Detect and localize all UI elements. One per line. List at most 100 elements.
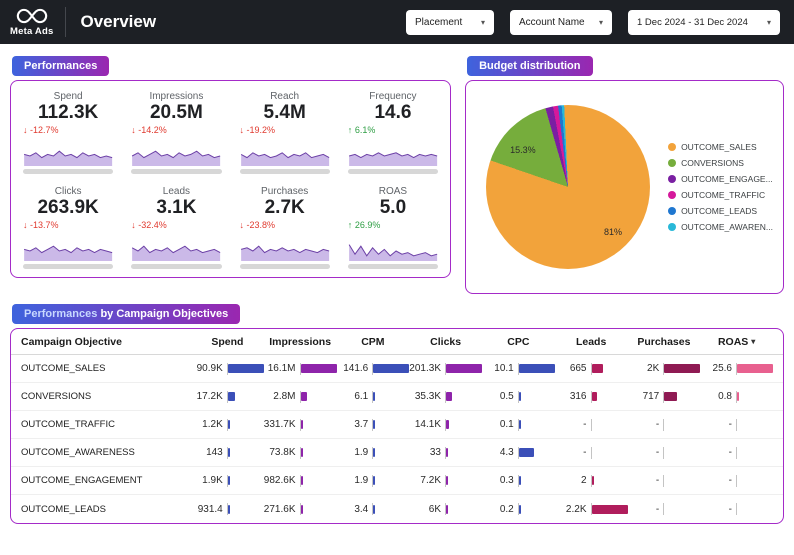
data-bar — [737, 364, 773, 373]
cell-bar-area — [737, 364, 773, 373]
kpi-value: 14.6 — [374, 102, 412, 123]
cell-spend: 143 — [191, 446, 264, 459]
cell-bar-area — [300, 504, 337, 514]
col-header-spend[interactable]: Spend — [191, 336, 264, 348]
cell-bar-area — [518, 364, 555, 373]
legend-item-outcome-leads[interactable]: OUTCOME_LEADS — [668, 203, 773, 219]
data-bar — [446, 476, 448, 485]
objective-name: OUTCOME_TRAFFIC — [21, 419, 115, 430]
cell-bar-area — [737, 476, 773, 485]
cell-bar-area — [591, 392, 628, 401]
cell-leads: 2.2K — [555, 503, 628, 515]
page-title: Overview — [80, 12, 157, 31]
legend-item-outcome-sales[interactable]: OUTCOME_SALES — [668, 139, 773, 155]
col-header-leads[interactable]: Leads — [555, 336, 628, 348]
legend-item-outcome-traffic[interactable]: OUTCOME_TRAFFIC — [668, 187, 773, 203]
cell-cpm: 6.1 — [337, 390, 410, 403]
objective-name: OUTCOME_LEADS — [21, 503, 106, 515]
cell-bar-area — [592, 420, 628, 429]
table-row-outcome-leads[interactable]: OUTCOME_LEADS 931.4 271.6K 3.4 6K 0.2 2.2K - - — [11, 495, 783, 523]
arrow-down-icon: ↓ — [23, 219, 31, 230]
cell-value: 1.9 — [354, 475, 369, 486]
filter-placement[interactable]: Placement ▾ — [406, 9, 494, 35]
table-row-outcome-traffic[interactable]: OUTCOME_TRAFFIC 1.2K 331.7K 3.7 14.1K 0.1 - - - — [11, 411, 783, 439]
cell-value: 35.3K — [414, 391, 441, 402]
cell-bar-area — [373, 420, 409, 429]
col-header-roas[interactable]: ROAS ▾ — [700, 336, 773, 348]
cell-cpm: 3.4 — [337, 503, 410, 515]
cell-value: 33 — [429, 447, 441, 458]
data-bar — [518, 364, 555, 373]
col-header-cpm[interactable]: CPM — [337, 336, 410, 348]
top-row: Performances Spend 112.3K ↓ -12.7% Impressi… — [0, 44, 794, 294]
sparkline-track — [239, 169, 330, 174]
cell-bar-area — [446, 420, 482, 429]
table-row-outcome-engagement[interactable]: OUTCOME_ENGAGEMENT 1.9K 982.6K 1.9 7.2K 0.3 2 -… — [11, 467, 783, 495]
objective-name: OUTCOME_ENGAGEMENT — [21, 475, 143, 486]
cell-bar-area — [373, 448, 409, 457]
table-row-outcome-awareness[interactable]: OUTCOME_AWARENESS 143 73.8K 1.9 33 4.3 - - - — [11, 439, 783, 467]
legend-item-outcome-engage[interactable]: OUTCOME_ENGAGE... — [668, 171, 773, 187]
data-bar — [446, 420, 449, 429]
cell-clicks: 35.3K — [409, 390, 482, 403]
cell-value: 141.6 — [343, 363, 369, 374]
col-header-clicks[interactable]: Clicks — [409, 336, 482, 348]
data-bar — [737, 392, 739, 401]
objective-name: OUTCOME_AWARENESS — [21, 447, 135, 458]
sparkline-track — [239, 264, 330, 269]
cell-bar-area — [664, 505, 700, 514]
arrow-up-icon: ↑ — [347, 219, 355, 230]
data-bar — [300, 364, 337, 373]
col-header-campaign-objective[interactable]: Campaign Objective — [21, 336, 191, 348]
cell-impressions: 73.8K — [264, 446, 337, 459]
kpi-label: Spend — [53, 91, 83, 102]
kpi-change: ↓ -19.2% — [240, 125, 330, 135]
data-bar — [227, 420, 230, 429]
objectives-table-box: Campaign Objective Spend Impressions CPM Cli… — [10, 328, 784, 524]
cell-value: 6K — [428, 503, 441, 515]
kpi-change-value: -14.2% — [138, 124, 167, 135]
legend-item-outcome-awaren[interactable]: OUTCOME_AWAREN... — [668, 219, 773, 235]
col-header-label: ROAS — [717, 335, 749, 348]
cell-spend: 1.2K — [191, 418, 264, 431]
cell-value: 331.7K — [263, 419, 296, 430]
cell-bar-area — [446, 364, 482, 373]
chevron-down-icon: ▾ — [480, 17, 485, 27]
cell-value: 4.3 — [499, 447, 514, 458]
table-header-row: Campaign Objective Spend Impressions CPM Cli… — [11, 329, 783, 355]
cell-bar-area — [591, 364, 628, 373]
data-bar — [227, 448, 230, 457]
cell-bar-area — [518, 420, 555, 429]
cell-value: 271.6K — [263, 503, 296, 515]
cell-cpc: 10.1 — [482, 362, 555, 375]
budget-pie-chart[interactable] — [486, 105, 651, 269]
table-row-conversions[interactable]: CONVERSIONS 17.2K 2.8M 6.1 35.3K 0.5 316 717 0.8 — [11, 383, 783, 411]
filter-1-dec-2024-31-dec-2024[interactable]: 1 Dec 2024 - 31 Dec 2024 ▾ — [628, 9, 780, 35]
cell-value: - — [655, 447, 660, 458]
cell-value: 0.2 — [499, 503, 514, 515]
cell-value: 16.1M — [267, 363, 296, 374]
kpi-change-value: -13.7% — [30, 219, 59, 230]
cell-cpc: 0.5 — [482, 390, 555, 403]
cell-value: 0.5 — [499, 391, 514, 402]
cell-spend: 17.2K — [191, 390, 264, 403]
sparkline-track — [347, 264, 439, 269]
data-bar — [373, 420, 376, 429]
col-header-impressions[interactable]: Impressions — [264, 336, 337, 348]
cell-value: - — [655, 419, 660, 430]
cell-value: 3.7 — [354, 419, 369, 430]
legend-label: OUTCOME_AWAREN... — [681, 222, 773, 232]
legend-item-conversions[interactable]: CONVERSIONS — [668, 155, 773, 171]
cell-bar-area — [373, 476, 409, 485]
col-header-cpc[interactable]: CPC — [482, 336, 555, 348]
cell-bar-area — [373, 364, 410, 373]
cell-value: 3.4 — [354, 503, 369, 515]
filter-account-name[interactable]: Account Name ▾ — [510, 9, 612, 35]
table-row-outcome-sales[interactable]: OUTCOME_SALES 90.9K 16.1M 141.6 201.3K 10.1 66… — [11, 355, 783, 383]
cell-clicks: 14.1K — [409, 418, 482, 431]
col-header-purchases[interactable]: Purchases — [628, 336, 701, 348]
cell-roas: - — [700, 503, 773, 515]
filter-bar: Placement ▾ Account Name ▾ 1 Dec 2024 - 31 D… — [406, 9, 784, 35]
cell-bar-area — [737, 392, 773, 401]
cell-bar-area — [664, 364, 701, 373]
